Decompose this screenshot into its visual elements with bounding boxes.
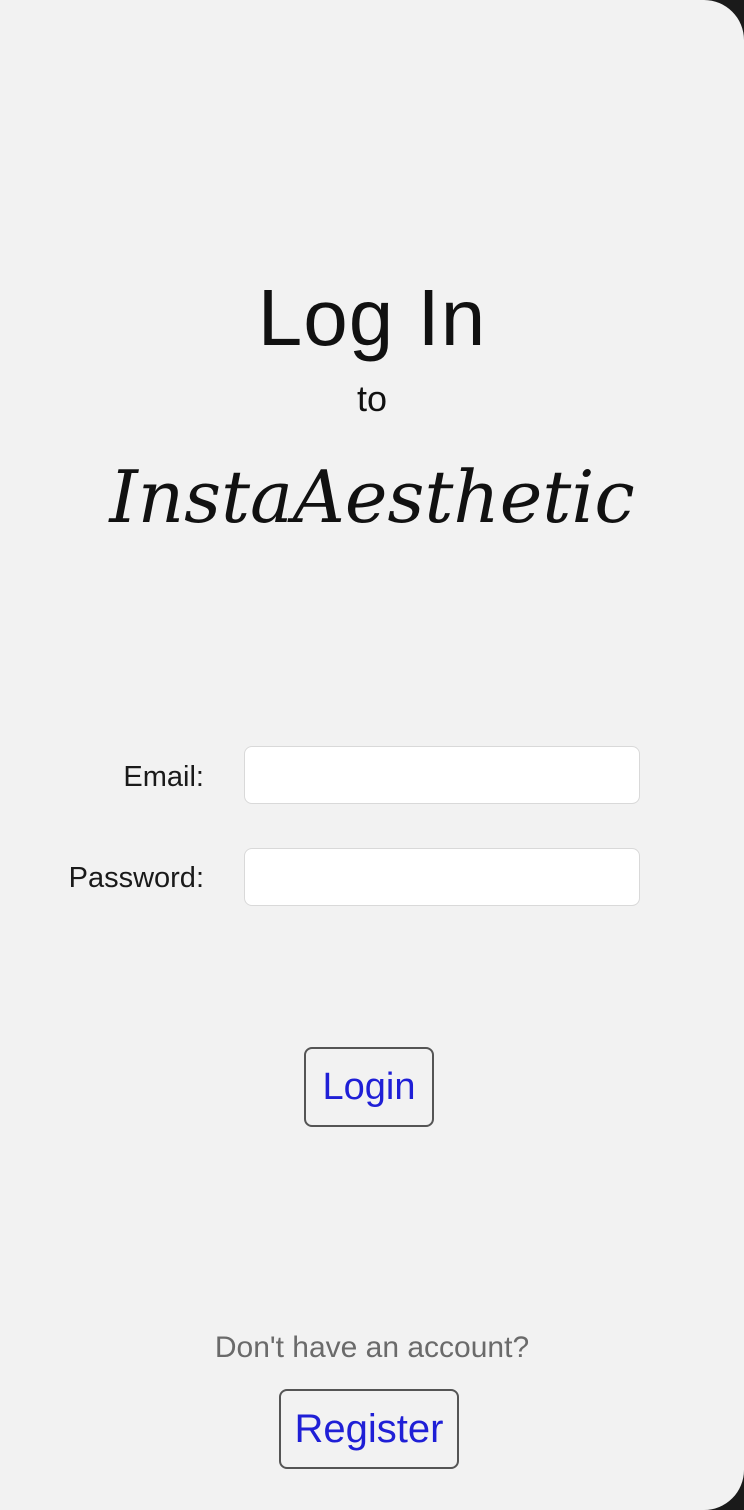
login-screen: Log In to InstaAesthetic Email: Password… <box>0 0 744 1510</box>
email-field[interactable] <box>244 746 640 804</box>
app-name: InstaAesthetic <box>109 455 635 539</box>
password-label: Password: <box>68 862 204 894</box>
register-button[interactable]: Register <box>279 1389 459 1469</box>
password-field[interactable] <box>244 848 640 906</box>
email-label: Email: <box>123 761 204 793</box>
login-button[interactable]: Login <box>304 1047 434 1127</box>
register-prompt: Don't have an account? <box>214 1331 530 1364</box>
page-title: Log In <box>257 273 487 362</box>
title-connector: to <box>356 378 388 419</box>
